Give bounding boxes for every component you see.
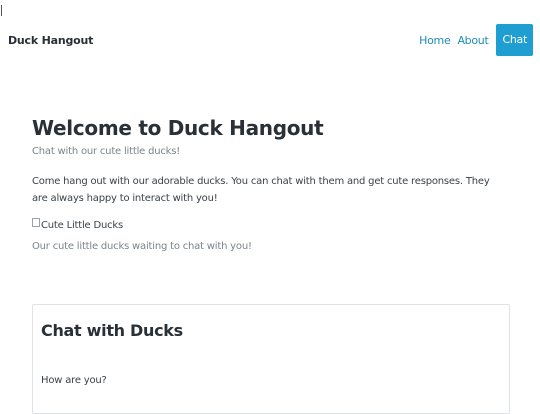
chat-message: How are you? xyxy=(41,375,107,386)
duck-image-alt-text: Cute Little Ducks xyxy=(41,220,124,231)
nav-link-chat[interactable]: Chat xyxy=(496,24,533,56)
top-navbar: Duck Hangout Home About Chat xyxy=(0,22,540,58)
nav-link-home[interactable]: Home xyxy=(419,34,451,47)
page-subtitle: Chat with our cute little ducks! xyxy=(32,146,181,157)
chat-panel-title: Chat with Ducks xyxy=(41,321,183,340)
nav-links: Home About Chat xyxy=(412,24,533,56)
image-caption: Our cute little ducks waiting to chat wi… xyxy=(32,241,252,252)
duck-image: Cute Little Ducks xyxy=(32,218,510,231)
page-title: Welcome to Duck Hangout xyxy=(32,116,324,140)
broken-image-icon xyxy=(32,218,40,227)
nav-link-about[interactable]: About xyxy=(457,34,488,47)
text-cursor xyxy=(1,5,2,16)
brand-logo-text[interactable]: Duck Hangout xyxy=(8,34,93,47)
intro-paragraph: Come hang out with our adorable ducks. Y… xyxy=(32,176,490,204)
main-content: Welcome to Duck Hangout Chat with our cu… xyxy=(32,112,510,252)
chat-panel: Chat with Ducks How are you? xyxy=(32,304,510,414)
